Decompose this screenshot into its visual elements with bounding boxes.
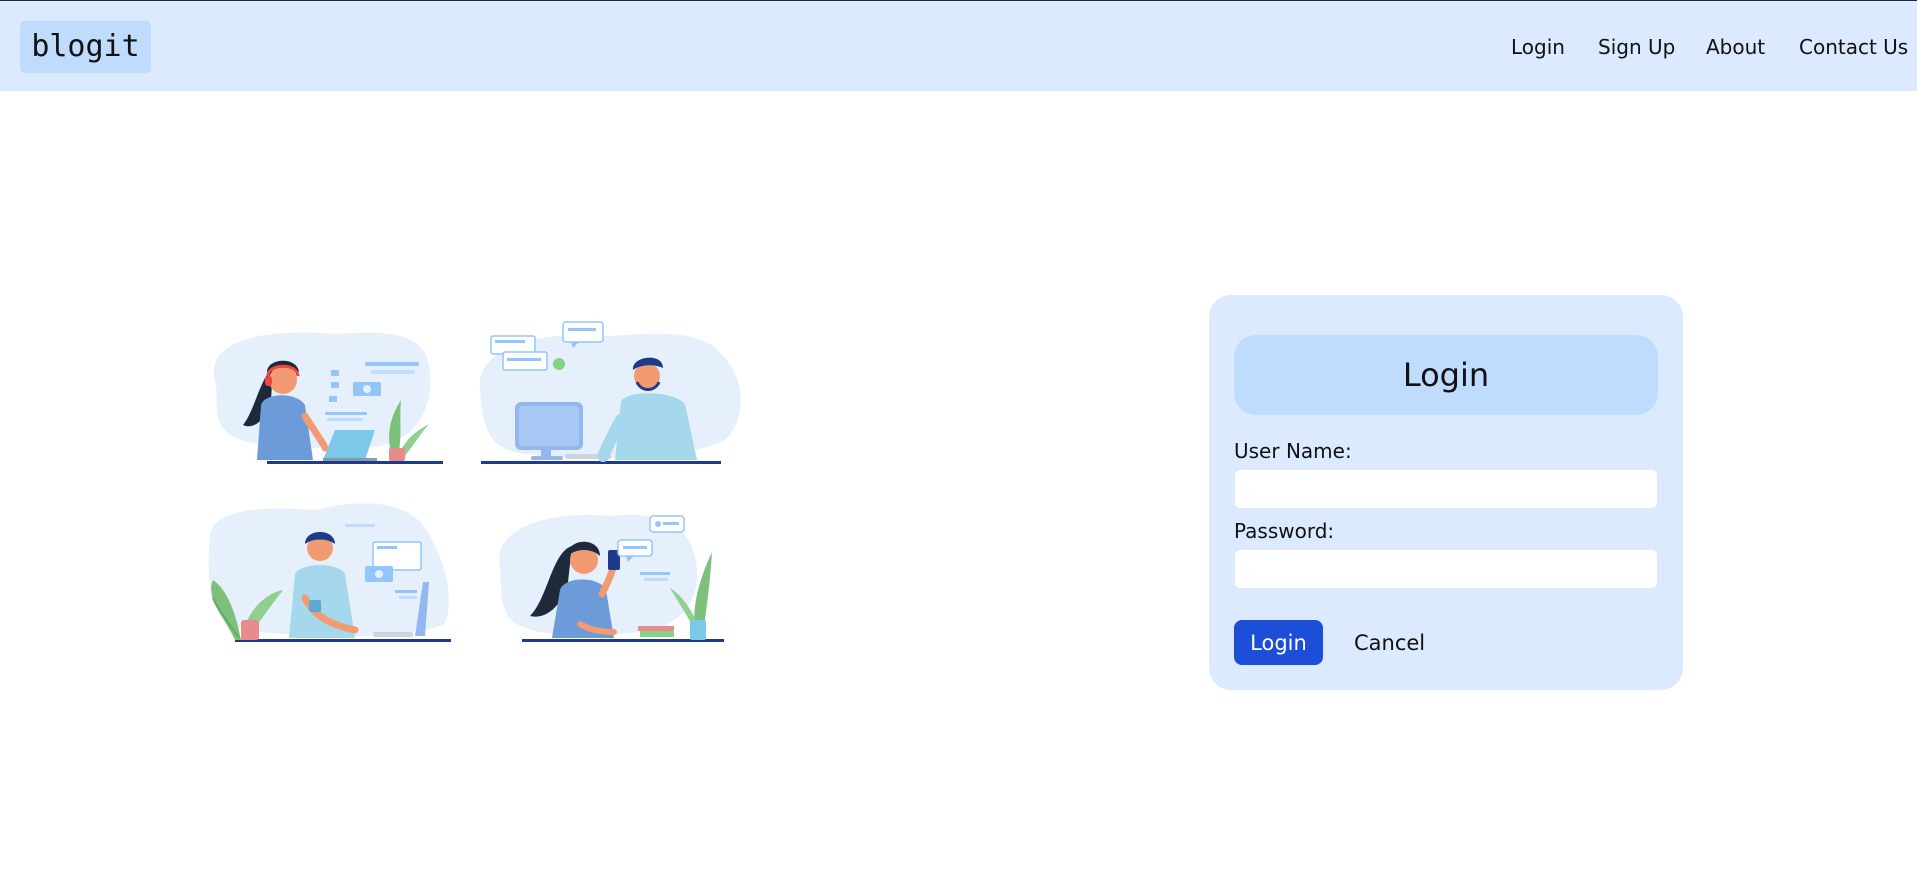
login-submit-button[interactable]: Login <box>1234 620 1323 665</box>
nav-signup-link[interactable]: Sign Up <box>1598 35 1675 59</box>
cancel-button[interactable]: Cancel <box>1354 620 1425 665</box>
hero-illustrations <box>205 320 750 655</box>
nav-login-link[interactable]: Login <box>1511 35 1565 59</box>
top-navbar: blogit Login Sign Up About Contact Us <box>0 0 1917 91</box>
man-monitor-coffee-illustration <box>208 503 451 642</box>
login-title: Login <box>1234 335 1658 415</box>
login-card: Login User Name: Password: Login Cancel <box>1209 295 1683 690</box>
woman-phone-chat-illustration <box>498 514 724 642</box>
username-label: User Name: <box>1234 439 1352 463</box>
username-input[interactable] <box>1234 469 1658 509</box>
woman-laptop-headphones-illustration <box>213 332 443 464</box>
logo[interactable]: blogit <box>20 21 151 73</box>
nav-contact-link[interactable]: Contact Us <box>1799 35 1908 59</box>
password-input[interactable] <box>1234 549 1658 589</box>
man-desktop-computer-illustration <box>479 321 741 464</box>
nav-about-link[interactable]: About <box>1706 35 1765 59</box>
password-label: Password: <box>1234 519 1335 543</box>
